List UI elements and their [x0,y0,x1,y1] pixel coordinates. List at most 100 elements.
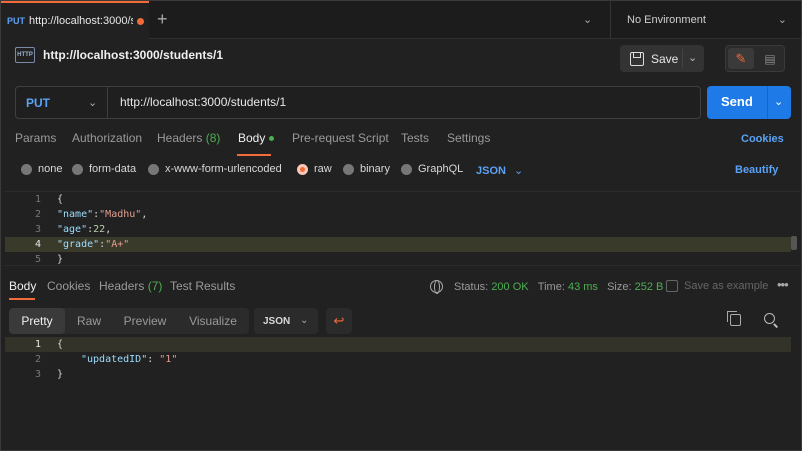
radio-circle [343,163,354,175]
tab-headers[interactable]: Headers (8) [157,131,220,145]
tab-body[interactable]: Body [238,131,275,145]
editor-scrollbar[interactable] [791,236,797,250]
tab-title: http://localhost:3000/st [29,15,133,27]
view-preview-button[interactable]: Preview [113,308,177,334]
json-punct: , [105,224,112,235]
body-format-value: JSON [476,165,506,177]
active-tab-indicator [237,154,271,156]
unsaved-dot-icon [137,17,144,25]
wrap-lines-icon[interactable]: ↩ [326,308,352,334]
globe-icon[interactable] [430,280,443,294]
status-value[interactable]: 200 OK [491,281,528,293]
status-label: Status: [454,281,489,293]
time-label: Time: [537,281,565,293]
code-line-current: 1 { [5,337,791,352]
resp-tab-test-results[interactable]: Test Results [170,279,235,293]
radio-label: none [38,163,63,175]
more-options-icon[interactable]: ••• [777,277,789,292]
line-number: 3 [34,369,41,380]
response-view-segmented: Pretty Raw Preview Visualize [9,308,249,334]
url-input[interactable] [120,95,680,109]
time-value[interactable]: 43 ms [568,281,598,293]
size-value[interactable]: 252 B [635,281,664,293]
radio-raw[interactable]: raw [297,163,332,175]
resp-tab-body[interactable]: Body [9,279,36,293]
radio-form-data[interactable]: form-data [72,163,136,175]
size-label: Size: [607,281,632,293]
tab-pre-request-script[interactable]: Pre-request Script [292,131,389,145]
tab-tests[interactable]: Tests [401,131,429,145]
search-icon[interactable] [764,313,775,324]
json-key: "age" [57,224,88,235]
code-text: "name":"Madhu", [57,207,147,222]
radio-none[interactable]: none [21,163,62,175]
resp-tab-headers-label: Headers [99,279,145,293]
code-line: 3 "age":22, [5,222,791,237]
new-tab-plus-icon[interactable]: + [157,10,168,28]
tab-list-chevron-down-icon[interactable]: ⌄ [583,13,592,26]
tab-headers-count: (8) [205,131,221,145]
radio-binary[interactable]: binary [343,163,390,175]
environment-label: No Environment [627,14,706,26]
tab-body-label: Body [238,131,266,145]
radio-label: x-www-form-urlencoded [165,163,282,175]
send-button[interactable]: Send ⌄ [707,86,791,119]
beautify-button[interactable]: Beautify [735,164,778,176]
view-raw-button[interactable]: Raw [67,308,111,334]
line-number: 4 [34,239,41,250]
environment-selector[interactable]: No Environment ⌄ [610,1,801,39]
response-body-viewer[interactable]: 1 { 2 "updatedID": "1" 3 } [5,337,801,387]
active-response-tab-indicator [9,298,35,300]
json-value: "Madhu" [99,209,142,220]
chevron-down-icon: ⌄ [513,165,524,177]
resp-tab-cookies[interactable]: Cookies [47,279,90,293]
save-as-example-label: Save as example [684,280,769,292]
resp-tab-headers-count: (7) [147,279,163,293]
view-visualize-button[interactable]: Visualize [179,308,247,334]
response-format-value: JSON [263,315,291,327]
resp-tab-headers[interactable]: Headers (7) [99,279,162,293]
save-as-example-button[interactable]: Save as example [666,280,768,292]
line-number: 5 [34,254,41,265]
response-status: Status: 200 OK Time: 43 ms Size: 252 B [454,281,663,293]
send-options-chevron-down-icon[interactable]: ⌄ [774,95,783,108]
radio-circle [148,163,159,175]
request-header: HTTP http://localhost:3000/students/1 [15,47,223,63]
edit-pencil-icon[interactable]: ✎ [728,48,754,69]
view-pretty-button[interactable]: Pretty [9,308,65,334]
line-number: 2 [34,209,41,220]
radio-circle-selected [297,163,308,175]
radio-graphql[interactable]: GraphQL [401,163,463,175]
radio-label: form-data [89,163,137,175]
method-select[interactable]: PUT ⌄ [16,87,108,118]
line-number: 2 [34,354,41,365]
request-body-editor[interactable]: 1 { 2 "name":"Madhu", 3 "age":22, 4 "gra… [5,191,801,266]
comments-icon[interactable]: ▤ [760,50,780,67]
radio-label: binary [360,163,390,175]
code-line: 1 { [5,192,791,207]
tab-authorization[interactable]: Authorization [72,131,142,145]
save-options-chevron-down-icon[interactable]: ⌄ [688,51,697,64]
json-punct: : [147,354,160,365]
send-label: Send [721,94,753,109]
code-text: "grade":"A+" [57,237,129,252]
tab-method: PUT [7,16,25,26]
code-line-current: 4 "grade":"A+" [5,237,791,252]
save-button[interactable]: Save ⌄ [620,45,704,72]
tab-settings[interactable]: Settings [447,131,490,145]
copy-icon[interactable] [727,311,741,326]
save-label: Save [651,51,679,66]
chevron-down-icon: ⌄ [777,14,787,26]
cookies-link[interactable]: Cookies [741,133,784,145]
request-tab-active[interactable]: PUT http://localhost:3000/st [1,1,149,39]
json-value: 22 [93,224,106,235]
code-text: "age":22, [57,222,111,237]
response-format-select[interactable]: JSON ⌄ [254,308,318,334]
radio-urlencoded[interactable]: x-www-form-urlencoded [148,163,282,175]
tab-params[interactable]: Params [15,131,56,145]
code-text: { [57,339,64,350]
code-text: "updatedID": "1" [81,352,177,367]
body-format-select[interactable]: JSON ⌄ [476,164,523,177]
request-name[interactable]: http://localhost:3000/students/1 [43,48,223,62]
chevron-down-icon: ⌄ [88,97,98,109]
